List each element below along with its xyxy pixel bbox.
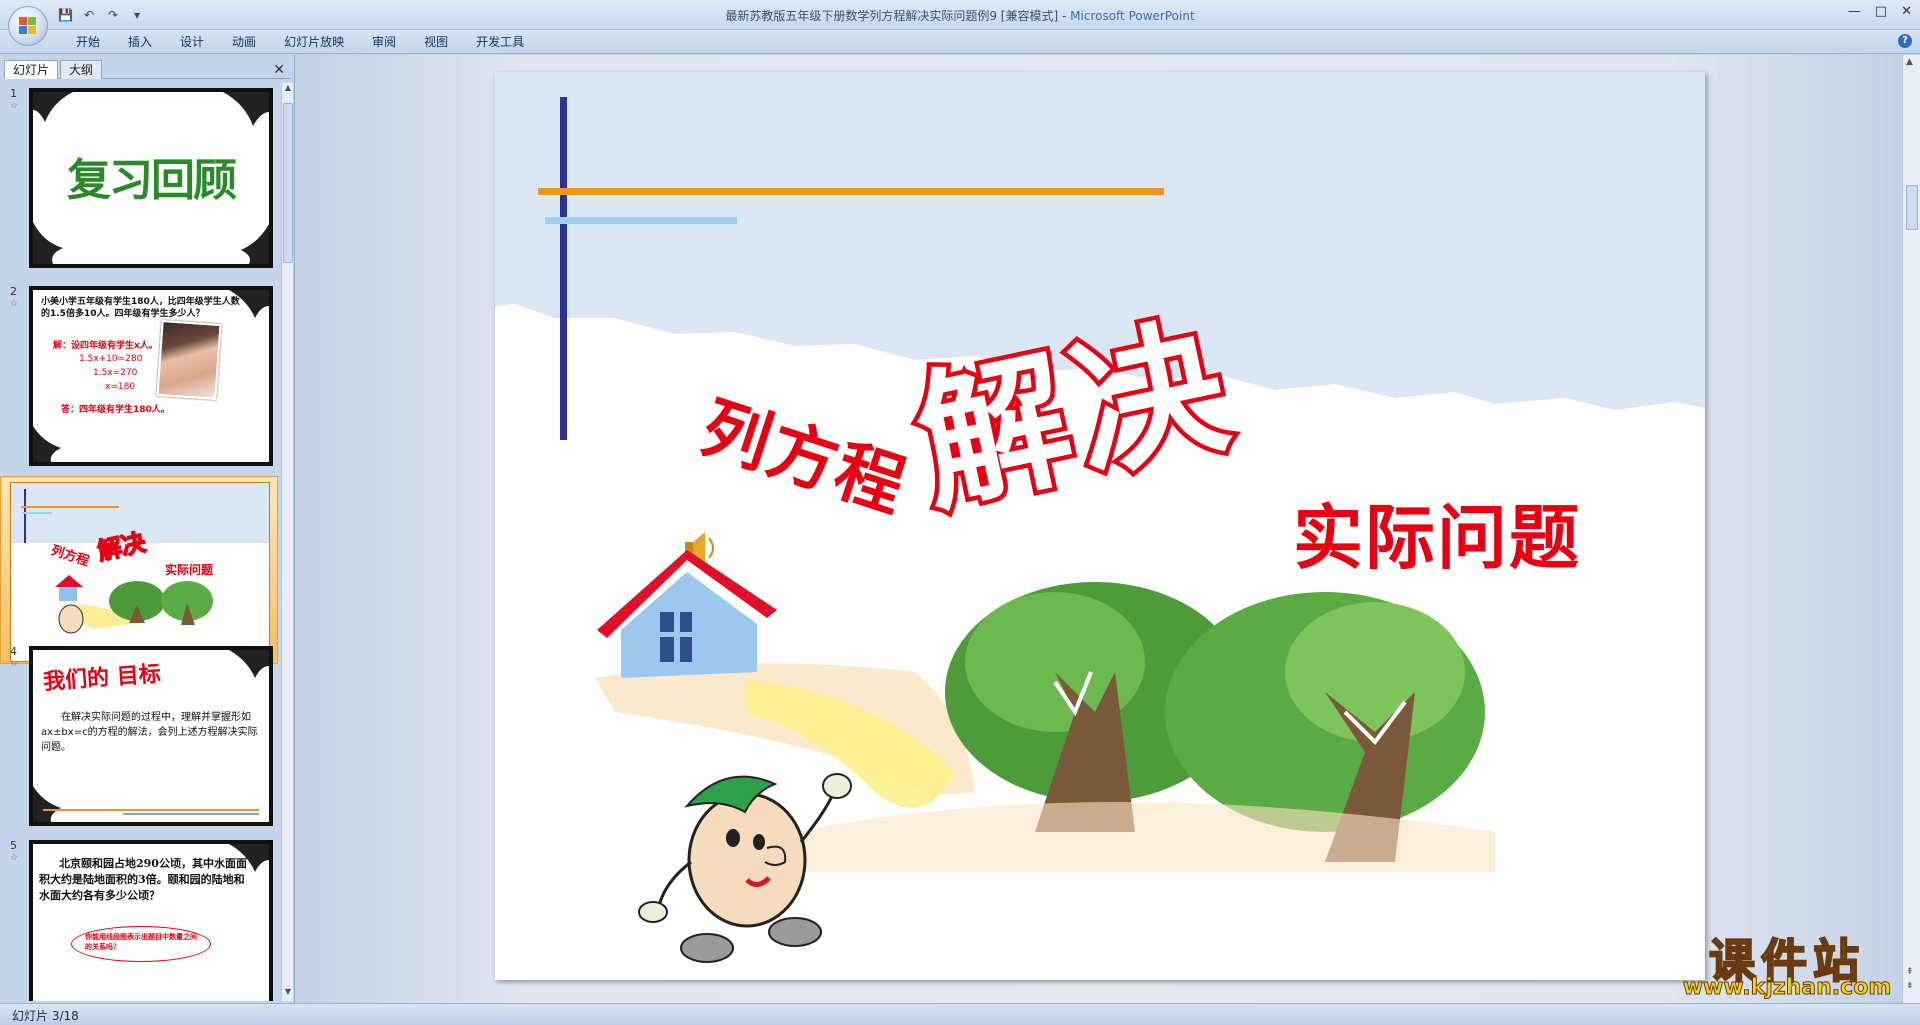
slide-number: 5 [10,839,17,852]
slide-thumbnail-5[interactable]: 5 ☆ 北京颐和园占地290公顷，其中水面面积大约是陆地面积的3倍。颐和园的陆地… [0,835,278,1001]
tab-developer[interactable]: 开发工具 [462,34,538,50]
slide-thumbnail-1[interactable]: 1 ☆ 复习回顾 [0,83,278,271]
thumb-solve-text: 解：设四年级有学生x人。 [53,341,158,351]
tab-home[interactable]: 开始 [62,34,114,50]
tab-design[interactable]: 设计 [166,34,218,50]
window-controls: — □ ✕ [1848,4,1912,19]
thumbnail-canvas: 我们的 目标 在解决实际问题的过程中，理解并掌握形如ax±bx=c的方程的解法，… [29,646,273,826]
status-bar: 幻灯片 3/18 [0,1003,1920,1025]
watermark-logo: 课件站 www.kjzhan.com [1672,925,1902,1001]
panel-tabs: 幻灯片 大纲 ✕ [4,59,291,79]
animation-star-icon: ☆ [10,853,19,863]
scroll-down-icon[interactable]: ▼ [283,987,293,1001]
slide-number: 4 [10,645,17,658]
thumbnail-canvas: 列方程 解决 实际问题 [10,482,270,662]
scrollbar-thumb[interactable] [1906,185,1918,230]
watermark-url: www.kjzhan.com [1682,975,1892,1001]
animation-star-icon: ☆ [10,659,19,669]
window-title: 最新苏教版五年级下册数学列方程解决实际问题例9 [兼容模式] - Microso… [725,9,1195,23]
thumbnail-scrollbar[interactable]: ▲ ▼ [281,83,293,1001]
photo-image [156,319,222,401]
thumb-problem-text: 小美小学五年级有学生180人，比四年级学生人数的1.5倍多10人。四年级有学生多… [41,297,240,319]
app-name: Microsoft PowerPoint [1070,9,1195,23]
close-button[interactable]: ✕ [1901,4,1912,19]
ribbon: 开始 插入 设计 动画 幻灯片放映 审阅 视图 开发工具 ? [0,30,1920,54]
slide-thumbnail-3[interactable]: 3 ☆ 列方程 解决 实际问题 [0,476,278,664]
help-icon[interactable]: ? [1898,34,1912,48]
slide-thumbnail-4[interactable]: 4 ☆ 我们的 目标 在解决实际问题的过程中，理解并掌握形如ax±bx=c的方程… [0,641,278,829]
thumb-body-text: 在解决实际问题的过程中，理解并掌握形如ax±bx=c的方程的解法，会列上述方程解… [41,712,258,753]
thumbnail-canvas: 复习回顾 [29,88,273,268]
tab-animations[interactable]: 动画 [218,34,270,50]
slide-number: 2 [10,285,17,298]
animation-star-icon: ☆ [10,101,19,111]
panel-close-icon[interactable]: ✕ [273,62,285,78]
thumb-answer-text: 答：四年级有学生180人。 [61,405,170,415]
scrollbar-thumb[interactable] [283,103,293,263]
tab-slides[interactable]: 幻灯片 [4,60,59,79]
thumb-title: 复习回顾 [67,155,237,206]
thumb-eq-2: 1.5x=270 [93,368,138,378]
prev-slide-icon[interactable]: ⇞ [1906,967,1914,977]
maximize-button[interactable]: □ [1875,4,1887,19]
current-slide[interactable]: 列方程 解决 实际问题 [495,72,1705,980]
thumbnail-list: 1 ☆ 复习回顾 2 ☆ 小美小学五年级有学生180人，比四年级学生人数的1.5… [0,83,280,1001]
slide-number: 1 [10,87,17,100]
ribbon-tabs: 开始 插入 设计 动画 幻灯片放映 审阅 视图 开发工具 [62,34,538,50]
slide-counter: 幻灯片 3/18 [12,1009,79,1023]
animation-star-icon: ☆ [10,299,19,309]
office-button[interactable] [8,6,48,46]
office-logo-icon [19,17,37,35]
thumb-bubble-text: 你能用线段图表示出题目中数量之间的关系吗？ [85,933,197,951]
title-bar: 💾 ↶ ↷ ▾ 最新苏教版五年级下册数学列方程解决实际问题例9 [兼容模式] -… [0,0,1920,30]
tab-insert[interactable]: 插入 [114,34,166,50]
slides-panel: 幻灯片 大纲 ✕ 1 ☆ 复习回顾 2 ☆ 小美小学五年级有学生180人，比四年… [0,55,295,1003]
tab-view[interactable]: 视图 [410,34,462,50]
thumb-eq-3: x=180 [105,382,136,392]
thumbnail-canvas: 北京颐和园占地290公顷，其中水面面积大约是陆地面积的3倍。颐和园的陆地和水面大… [29,840,273,1001]
slide-thumbnail-2[interactable]: 2 ☆ 小美小学五年级有学生180人，比四年级学生人数的1.5倍多10人。四年级… [0,281,278,469]
document-name: 最新苏教版五年级下册数学列方程解决实际问题例9 [兼容模式] [725,9,1059,23]
next-slide-icon[interactable]: ⇟ [1906,981,1914,991]
scene-illustration [595,532,1495,963]
scroll-up-icon[interactable]: ▲ [1906,57,1913,67]
scroll-up-icon[interactable]: ▲ [283,83,293,97]
tab-outline[interactable]: 大纲 [60,60,103,79]
thumb-problem-text: 北京颐和园占地290公顷，其中水面面积大约是陆地面积的3倍。颐和园的陆地和水面大… [39,857,247,902]
thumb-eq-1: 1.5x+10=280 [79,354,143,364]
tab-review[interactable]: 审阅 [358,34,410,50]
tab-slideshow[interactable]: 幻灯片放映 [270,34,358,50]
editor-scrollbar[interactable]: ▲ ⇞ ⇟ [1902,55,1920,1003]
minimize-button[interactable]: — [1848,4,1861,19]
scene-illustration [55,575,213,634]
thumbnail-canvas: 小美小学五年级有学生180人，比四年级学生人数的1.5倍多10人。四年级有学生多… [29,286,273,466]
